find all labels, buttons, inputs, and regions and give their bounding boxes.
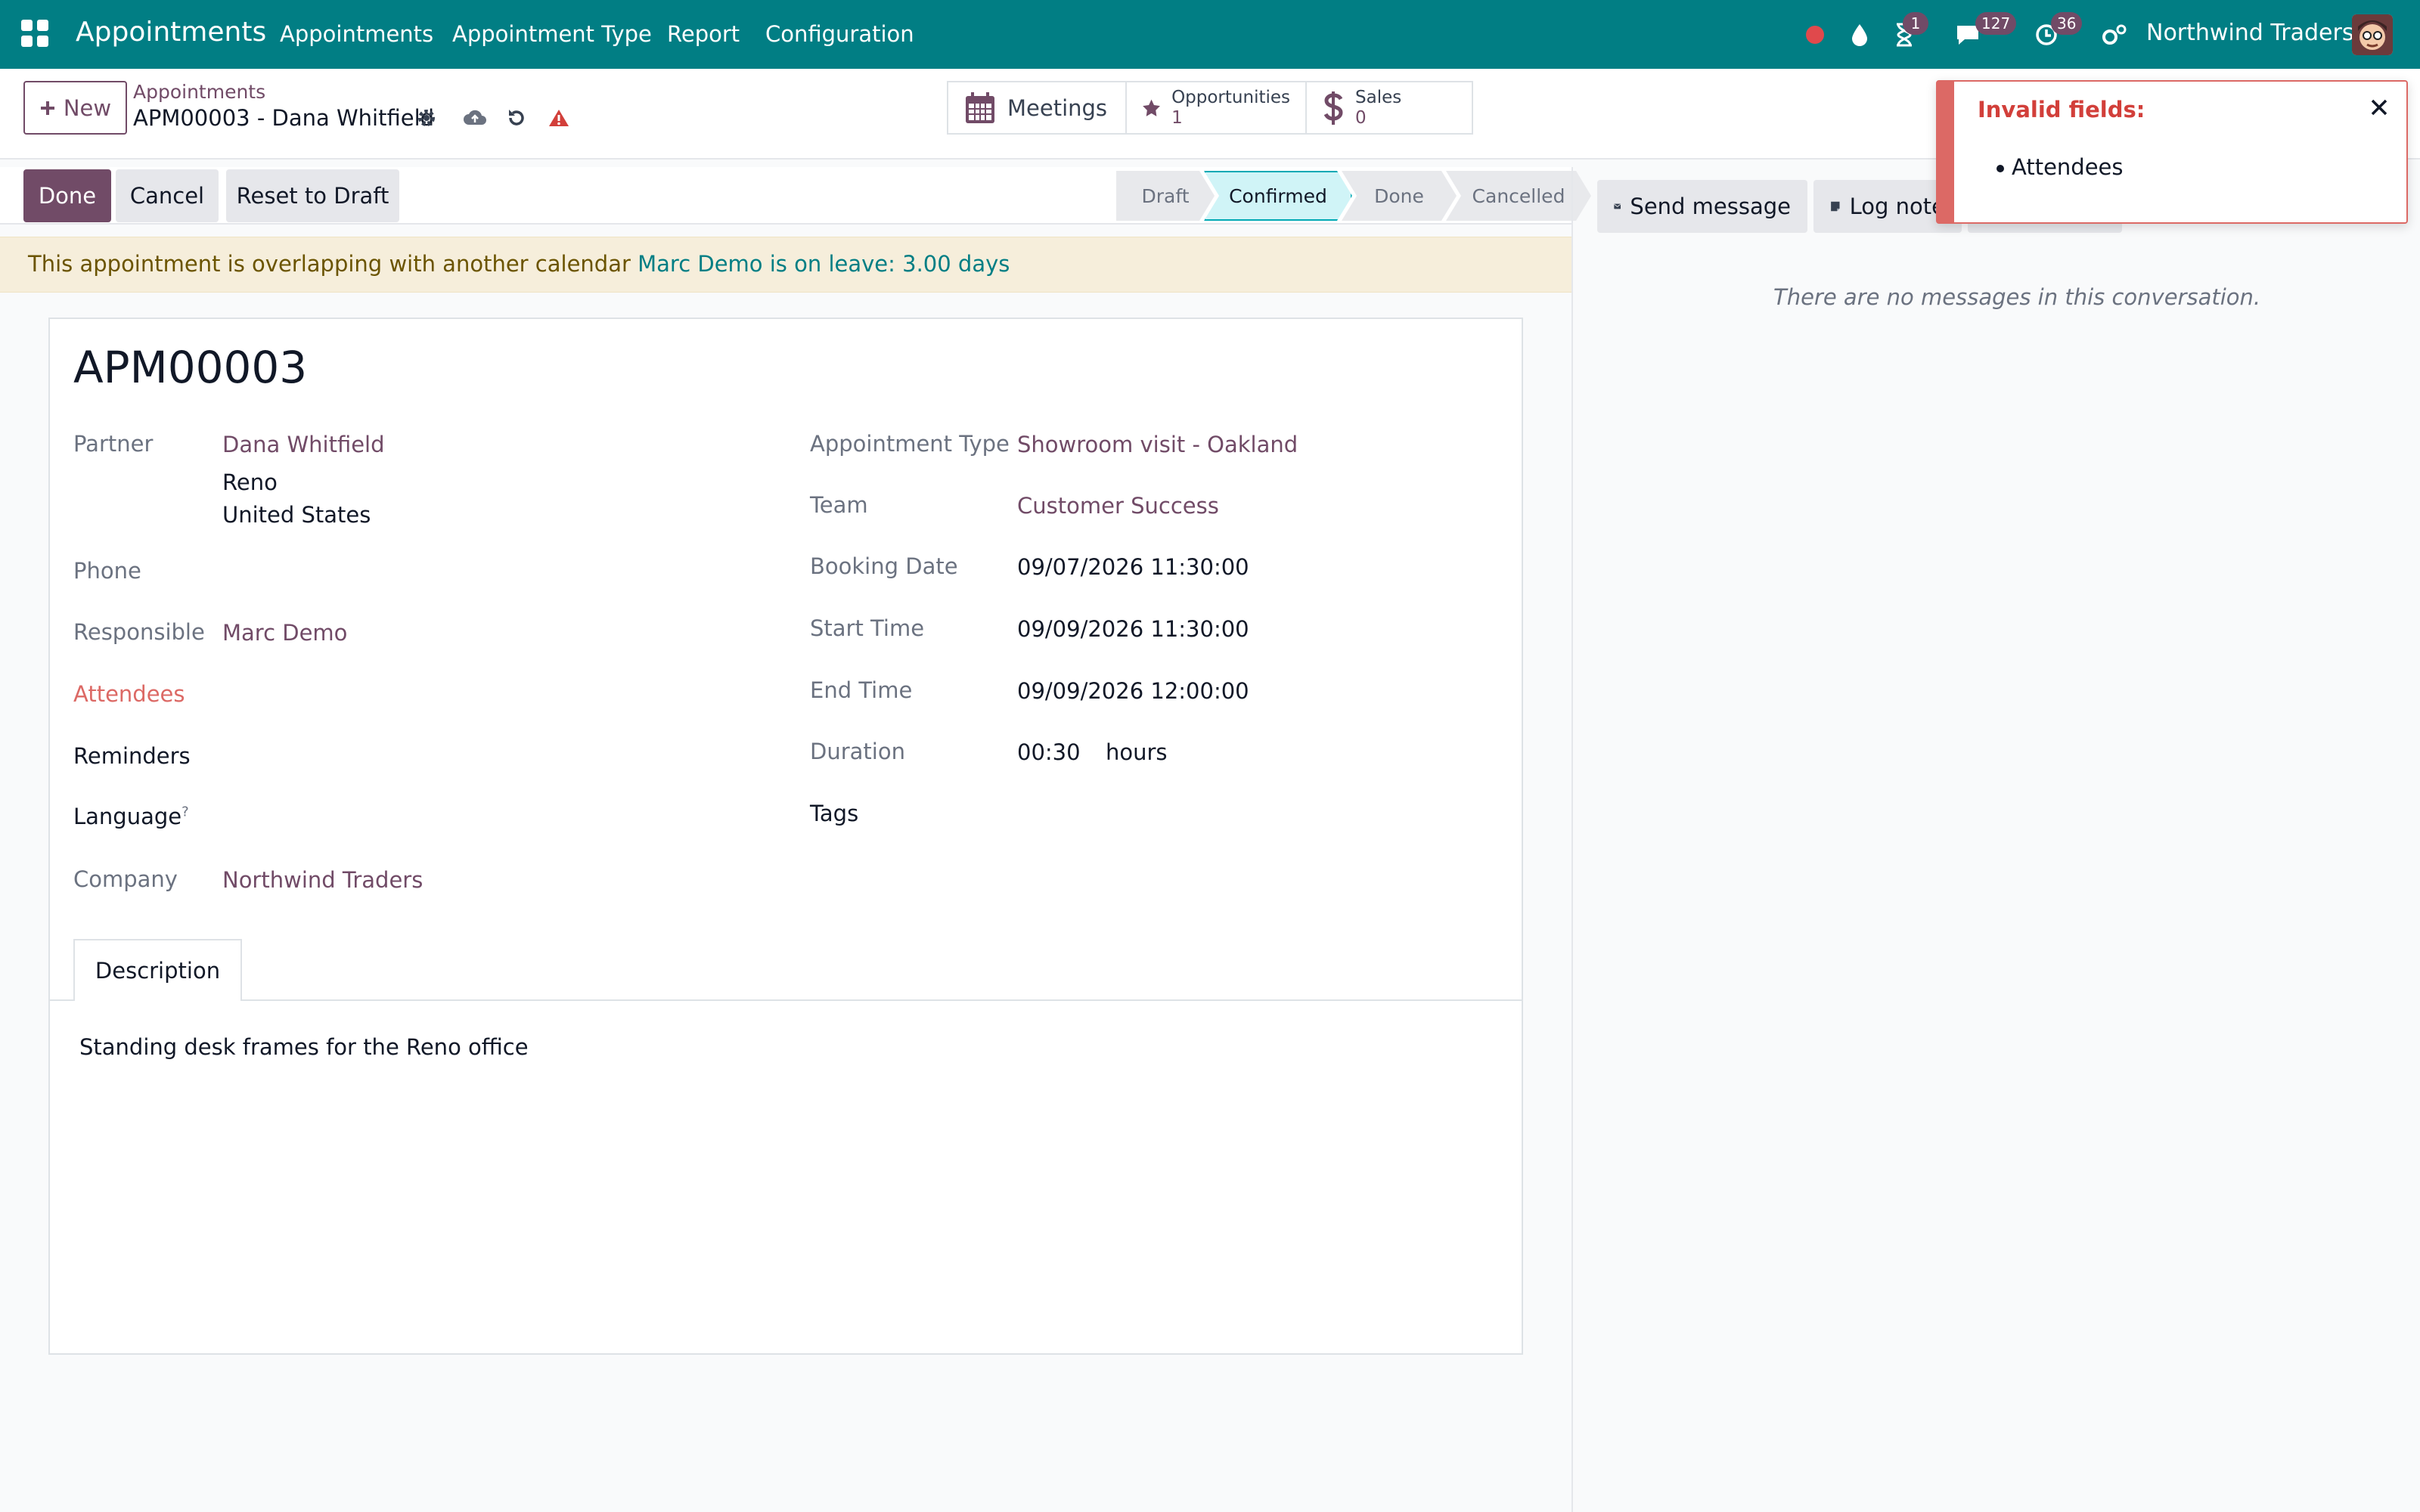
duration-unit: hours bbox=[1106, 739, 1168, 765]
opportunities-smart-button[interactable]: Opportunities 1 bbox=[1127, 82, 1307, 133]
menu-report[interactable]: Report bbox=[667, 21, 740, 47]
sales-smart-button[interactable]: Sales 0 bbox=[1307, 82, 1472, 133]
company-label: Company bbox=[73, 866, 178, 892]
start-time-field[interactable]: 09/09/2026 11:30:00 bbox=[1017, 616, 1249, 642]
clock-badge: 36 bbox=[2051, 12, 2083, 35]
record-title: APM00003 bbox=[73, 342, 308, 393]
warning-message: This appointment is overlapping with ano… bbox=[28, 251, 631, 277]
menu-configuration[interactable]: Configuration bbox=[765, 21, 914, 47]
stage-confirmed[interactable]: Confirmed bbox=[1204, 171, 1352, 221]
menu-appointments[interactable]: Appointments bbox=[280, 21, 433, 47]
gear-icon[interactable] bbox=[414, 106, 439, 130]
bullet-icon bbox=[1996, 165, 2004, 172]
drop-icon[interactable] bbox=[1843, 18, 1876, 51]
description-field[interactable]: Standing desk frames for the Reno office bbox=[79, 1034, 529, 1060]
end-time-field[interactable]: 09/09/2026 12:00:00 bbox=[1017, 678, 1249, 704]
stage-done[interactable]: Done bbox=[1342, 171, 1457, 221]
company-switcher[interactable]: Northwind Traders bbox=[2146, 20, 2353, 46]
empty-conversation: There are no messages in this conversati… bbox=[1773, 284, 2261, 310]
plus-icon bbox=[40, 101, 54, 115]
chatter-divider bbox=[1571, 167, 1573, 1512]
tags-label: Tags bbox=[810, 801, 859, 826]
stage-draft[interactable]: Draft bbox=[1116, 171, 1215, 221]
cloud-upload-icon[interactable] bbox=[463, 106, 487, 130]
undo-icon[interactable] bbox=[504, 106, 529, 130]
envelope-icon bbox=[1614, 203, 1621, 209]
app-brand[interactable]: Appointments bbox=[76, 17, 266, 48]
toast-title: Invalid fields: bbox=[1978, 97, 2145, 122]
booking-date-field[interactable]: 09/07/2026 11:30:00 bbox=[1017, 554, 1249, 580]
team-field[interactable]: Customer Success bbox=[1017, 493, 1219, 519]
language-label: Language? bbox=[73, 804, 189, 829]
partner-country: United States bbox=[222, 502, 371, 528]
team-label: Team bbox=[810, 492, 868, 518]
toast-item: Attendees bbox=[2012, 154, 2124, 180]
start-time-label: Start Time bbox=[810, 615, 925, 641]
appointment-type-label: Appointment Type bbox=[810, 431, 1010, 457]
smart-buttons: Meetings Opportunities 1 Sales 0 bbox=[947, 81, 1473, 135]
dollar-icon bbox=[1323, 91, 1343, 125]
phone-label: Phone bbox=[73, 558, 141, 584]
new-button[interactable]: New bbox=[23, 81, 127, 135]
log-note-label: Log note bbox=[1849, 194, 1945, 219]
close-icon[interactable] bbox=[2364, 92, 2394, 122]
new-button-label: New bbox=[63, 94, 112, 121]
duration-label: Duration bbox=[810, 739, 905, 764]
star-icon bbox=[1143, 99, 1160, 116]
meetings-smart-button[interactable]: Meetings bbox=[948, 82, 1127, 133]
breadcrumb-parent[interactable]: Appointments bbox=[133, 81, 265, 103]
send-message-label: Send message bbox=[1630, 194, 1791, 219]
breadcrumb-current: APM00003 - Dana Whitfield bbox=[133, 105, 435, 131]
stage-cancelled[interactable]: Cancelled bbox=[1446, 171, 1591, 221]
overlap-warning-text: This appointment is overlapping with ano… bbox=[28, 251, 1010, 277]
partner-city: Reno bbox=[222, 469, 278, 495]
settings-icon[interactable] bbox=[2098, 18, 2131, 51]
appointment-type-field[interactable]: Showroom visit - Oakland bbox=[1017, 432, 1298, 457]
leave-link[interactable]: Marc Demo is on leave: 3.00 days bbox=[638, 251, 1010, 277]
messages-badge: 127 bbox=[1975, 12, 2017, 35]
tab-description[interactable]: Description bbox=[73, 939, 242, 1001]
sales-label: Sales bbox=[1355, 87, 1402, 107]
note-icon bbox=[1831, 201, 1840, 212]
notebook-divider bbox=[50, 999, 1522, 1001]
responsible-label: Responsible bbox=[73, 619, 205, 645]
duration-field[interactable]: 00:30 bbox=[1017, 739, 1081, 765]
send-message-button[interactable]: Send message bbox=[1597, 180, 1807, 233]
opportunities-label: Opportunities bbox=[1171, 87, 1290, 107]
warning-icon[interactable] bbox=[547, 106, 571, 130]
app-grid-icon[interactable] bbox=[21, 20, 48, 47]
partner-label: Partner bbox=[73, 431, 154, 457]
menu-appointment-type[interactable]: Appointment Type bbox=[452, 21, 652, 47]
calendar-icon bbox=[966, 91, 994, 123]
user-avatar[interactable] bbox=[2352, 14, 2393, 55]
reset-to-draft-button[interactable]: Reset to Draft bbox=[226, 169, 399, 222]
attendees-label: Attendees bbox=[73, 681, 185, 707]
record-dot-icon[interactable] bbox=[1798, 18, 1832, 51]
booking-date-label: Booking Date bbox=[810, 553, 958, 579]
end-time-label: End Time bbox=[810, 677, 913, 703]
partner-field[interactable]: Dana Whitfield bbox=[222, 432, 385, 457]
language-label-text: Language bbox=[73, 804, 182, 829]
activities-badge: 1 bbox=[1903, 12, 1928, 35]
company-field[interactable]: Northwind Traders bbox=[222, 867, 423, 893]
stage-pipeline: Draft Confirmed Done Cancelled bbox=[1116, 171, 1581, 221]
meetings-label: Meetings bbox=[1007, 94, 1108, 121]
opportunities-count: 1 bbox=[1171, 107, 1183, 128]
done-button[interactable]: Done bbox=[23, 169, 111, 222]
responsible-field[interactable]: Marc Demo bbox=[222, 620, 347, 646]
cancel-button[interactable]: Cancel bbox=[116, 169, 219, 222]
help-icon[interactable]: ? bbox=[182, 804, 189, 820]
reminders-label: Reminders bbox=[73, 743, 191, 769]
sales-count: 0 bbox=[1355, 107, 1367, 128]
